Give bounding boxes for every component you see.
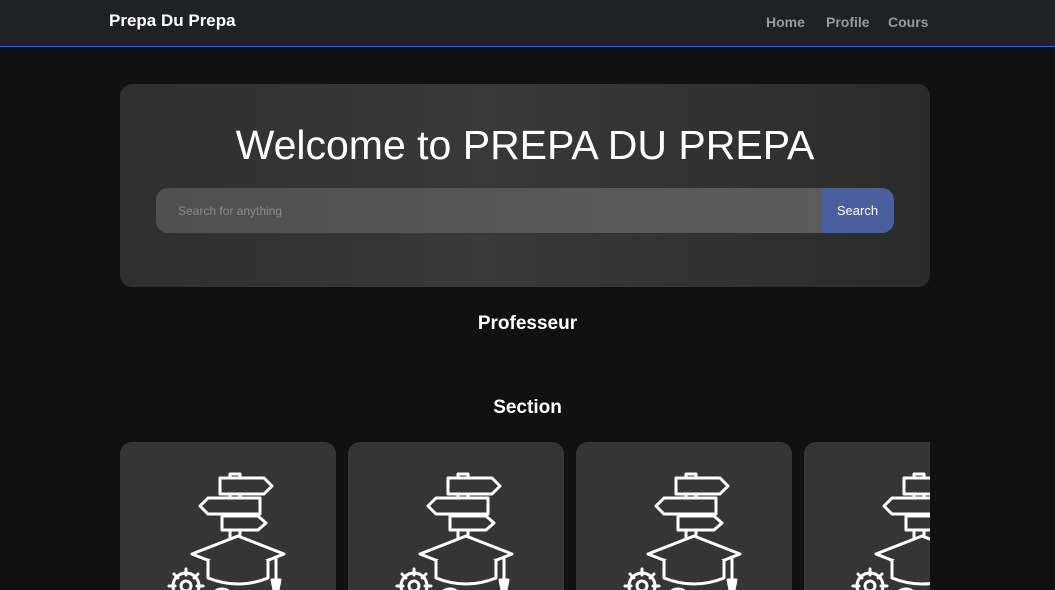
nav-link-cours[interactable]: Cours xyxy=(888,14,928,30)
search-input[interactable] xyxy=(156,188,821,233)
brand-link[interactable]: Prepa Du Prepa xyxy=(109,11,236,31)
nav-link-home[interactable]: Home xyxy=(766,14,805,30)
education-signpost-icon xyxy=(167,472,286,590)
search-bar: Search xyxy=(156,188,894,233)
section-heading: Section xyxy=(493,397,562,418)
education-signpost-icon xyxy=(851,472,930,590)
nav-link-profile[interactable]: Profile xyxy=(826,14,870,30)
navbar: Prepa Du Prepa Home Profile Cours xyxy=(0,0,1055,47)
professeur-heading: Professeur xyxy=(477,313,578,334)
search-button[interactable]: Search xyxy=(821,188,894,233)
section-cards-carousel xyxy=(120,442,930,590)
section-card[interactable] xyxy=(348,442,564,590)
section-card[interactable] xyxy=(120,442,336,590)
education-signpost-icon xyxy=(395,472,514,590)
hero-title: Welcome to PREPA DU PREPA xyxy=(235,122,815,168)
section-card[interactable] xyxy=(804,442,930,590)
hero-banner: Welcome to PREPA DU PREPA Search xyxy=(120,84,930,287)
section-card[interactable] xyxy=(576,442,792,590)
education-signpost-icon xyxy=(623,472,742,590)
